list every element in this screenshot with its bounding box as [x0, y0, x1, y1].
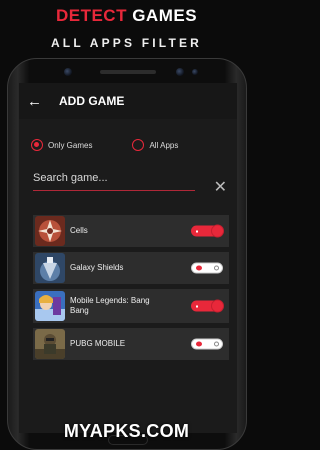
game-row-pubg-mobile[interactable]: PUBG MOBILE — [33, 328, 229, 360]
sensor-icon — [64, 68, 72, 76]
promo-title: DETECT GAMES — [0, 6, 253, 26]
pubg-icon — [35, 329, 65, 359]
toggle-switch-off[interactable] — [191, 338, 223, 350]
page-title: ADD GAME — [59, 94, 125, 108]
galaxy-shields-icon — [35, 253, 65, 283]
toggle-switch-off[interactable] — [191, 262, 223, 274]
watermark: MYAPKS.COM — [63, 421, 190, 441]
game-name: Mobile Legends: Bang Bang — [70, 296, 150, 315]
back-arrow-icon[interactable]: ← — [27, 93, 49, 110]
search-field[interactable] — [33, 167, 195, 191]
game-name: Galaxy Shields — [70, 263, 124, 272]
clear-search-icon[interactable]: ✕ — [214, 180, 227, 196]
game-row-mobile-legends[interactable]: Mobile Legends: Bang Bang — [33, 289, 229, 323]
phone-top-bezel — [26, 63, 230, 81]
radio-only-games[interactable]: Only Games — [31, 139, 92, 151]
toggle-switch-on[interactable] — [191, 225, 223, 237]
promo-subtitle: ALL APPS FILTER — [50, 36, 203, 50]
toggle-switch-on[interactable] — [191, 300, 223, 312]
radio-label-only-games: Only Games — [48, 140, 93, 150]
game-name: PUBG MOBILE — [70, 339, 126, 348]
filter-radio-group: Only Games All Apps — [19, 119, 237, 159]
speaker-grille — [100, 70, 156, 74]
promo-title-rest: GAMES — [126, 6, 198, 25]
app-screen: ← ADD GAME Only Games All Apps ✕ — [19, 83, 237, 433]
radio-label-all-apps: All Apps — [149, 140, 179, 150]
radio-unselected-icon[interactable] — [132, 139, 145, 151]
front-camera-icon — [176, 68, 184, 76]
promo-title-accent: DETECT — [55, 6, 127, 25]
radio-all-apps[interactable]: All Apps — [132, 139, 178, 151]
game-name: Cells — [70, 226, 88, 235]
app-bar: ← ADD GAME — [19, 83, 237, 119]
game-list: Cells Galaxy Shields Mobile Legends: Ban… — [19, 215, 237, 360]
game-row-cells[interactable]: Cells — [33, 215, 229, 247]
game-row-galaxy-shields[interactable]: Galaxy Shields — [33, 252, 229, 284]
radio-selected-icon[interactable] — [31, 139, 43, 151]
cells-icon — [35, 216, 65, 246]
phone-frame: ← ADD GAME Only Games All Apps ✕ — [7, 58, 247, 450]
search-input[interactable] — [33, 167, 195, 189]
camera-sensor-icon — [192, 69, 198, 75]
mobile-legends-icon — [35, 291, 65, 321]
